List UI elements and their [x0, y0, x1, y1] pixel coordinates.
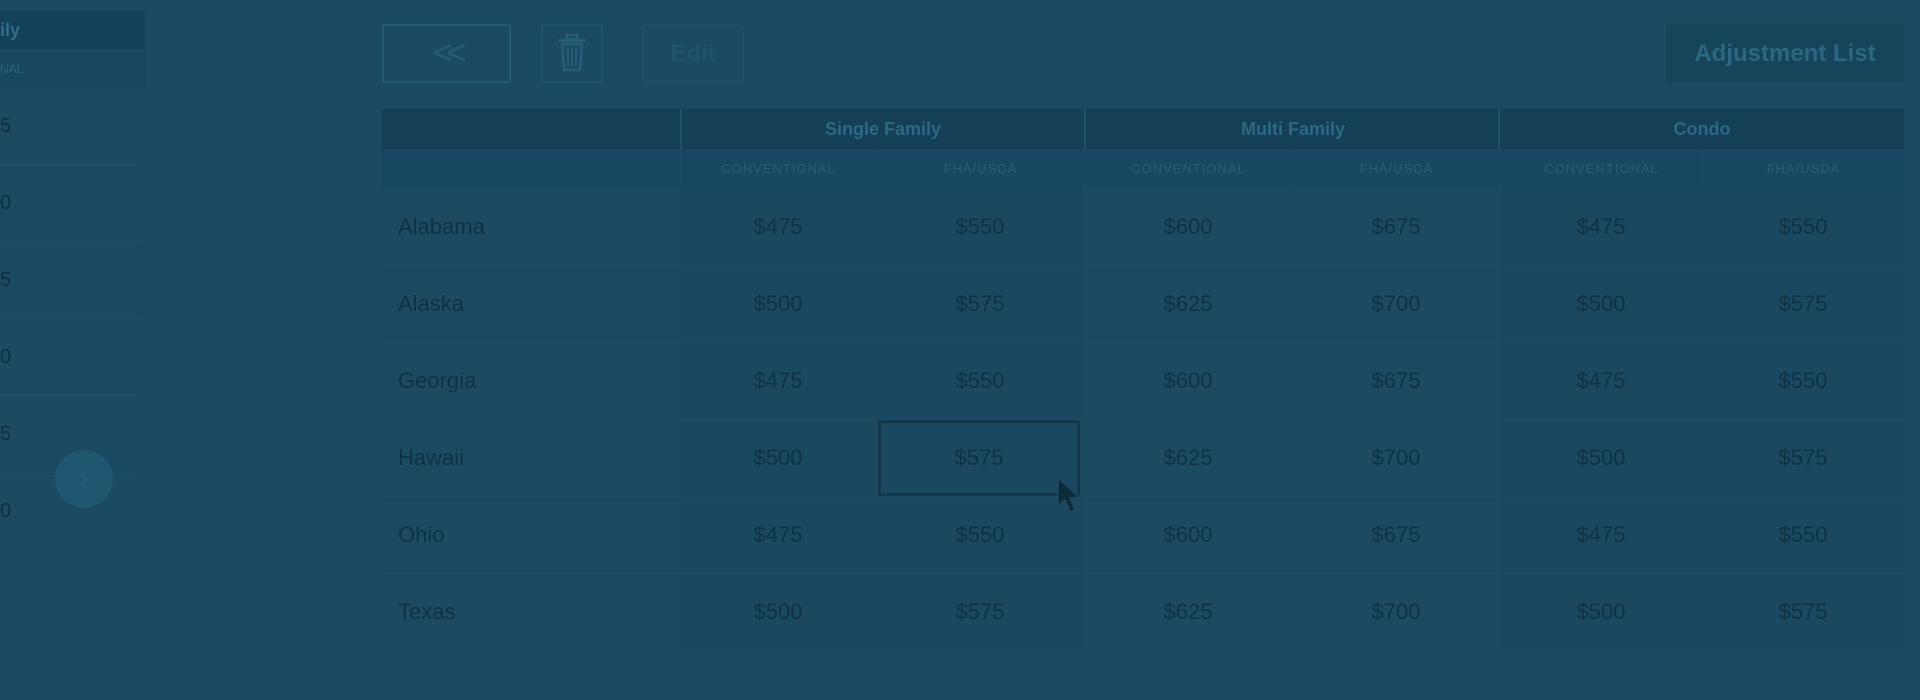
state-cell: Texas — [398, 599, 456, 624]
left-panel-row: 5 — [0, 242, 140, 319]
edit-label: Edit — [670, 40, 716, 67]
chevron-right-icon: › — [79, 463, 89, 493]
price-cell[interactable]: $600 — [1084, 497, 1292, 573]
subheader-fha-usda: FHA/USDA — [1702, 149, 1904, 189]
price-cell[interactable]: $550 — [876, 189, 1084, 265]
price-cell[interactable]: $550 — [876, 497, 1084, 573]
price-cell[interactable]: $575 — [1702, 420, 1904, 496]
table-row[interactable]: Ohio $475 $550 $600 $675 $475 $550 — [382, 497, 1904, 574]
group-multi-family: Multi Family — [1084, 109, 1500, 149]
price-cell[interactable]: $550 — [1702, 497, 1904, 573]
table-row[interactable]: Hawaii $500 $575 $625 $700 $500 $575 — [382, 420, 1904, 497]
delete-button[interactable] — [541, 24, 603, 83]
price-cell[interactable]: $550 — [1702, 189, 1904, 265]
price-cell[interactable]: $475 — [1500, 497, 1702, 573]
price-cell[interactable]: $625 — [1084, 266, 1292, 342]
group-condo: Condo — [1498, 109, 1904, 149]
price-cell[interactable]: $475 — [680, 343, 876, 419]
price-cell[interactable]: $625 — [1084, 574, 1292, 650]
table-row[interactable]: Alabama $475 $550 $600 $675 $475 $550 — [382, 189, 1904, 266]
selected-price-cell[interactable]: $575 — [878, 420, 1080, 496]
state-cell: Alaska — [398, 291, 465, 316]
price-cell[interactable]: $575 — [876, 266, 1084, 342]
adjustment-list-label: Adjustment List — [1694, 40, 1876, 67]
table-row[interactable]: Georgia $475 $550 $600 $675 $475 $550 — [382, 343, 1904, 420]
subheader-conventional: CONVENTIONAL — [1500, 149, 1702, 189]
left-panel-header: ily — [0, 11, 145, 49]
price-cell[interactable]: $550 — [1702, 343, 1904, 419]
price-cell[interactable]: $475 — [680, 189, 876, 265]
price-cell[interactable]: $500 — [1500, 574, 1702, 650]
price-cell[interactable]: $575 — [1702, 574, 1904, 650]
subheader-fha-usda: FHA/USDA — [1292, 149, 1500, 189]
price-cell[interactable]: $575 — [1702, 266, 1904, 342]
left-panel-row: 0 — [0, 165, 140, 242]
price-cell[interactable]: $600 — [1084, 189, 1292, 265]
state-cell: Alabama — [398, 214, 485, 239]
left-panel-subheader: NAL — [0, 50, 145, 88]
price-cell[interactable]: $600 — [1084, 343, 1292, 419]
state-cell: Hawaii — [398, 445, 465, 470]
edit-button[interactable]: Edit — [642, 24, 744, 83]
subheader-fha-usda: FHA/USDA — [876, 149, 1084, 189]
price-cell[interactable]: $475 — [680, 497, 876, 573]
price-cell[interactable]: $550 — [876, 343, 1084, 419]
subheader-conventional: CONVENTIONAL — [680, 149, 876, 189]
table-row[interactable]: Alaska $500 $575 $625 $700 $500 $575 — [382, 266, 1904, 343]
price-cell[interactable]: $700 — [1292, 420, 1500, 496]
price-cell[interactable]: $475 — [1500, 189, 1702, 265]
price-cell[interactable]: $500 — [680, 420, 876, 496]
next-button[interactable]: › — [55, 450, 113, 508]
price-cell[interactable]: $500 — [680, 266, 876, 342]
price-cell[interactable]: $675 — [1292, 497, 1500, 573]
left-panel: ily NAL 5 0 5 0 5 0 › — [0, 0, 146, 700]
mouse-cursor-icon — [1057, 476, 1082, 513]
price-cell[interactable]: $500 — [680, 574, 876, 650]
price-cell[interactable]: $500 — [1500, 420, 1702, 496]
price-cell[interactable]: $500 — [1500, 266, 1702, 342]
state-cell: Georgia — [398, 368, 477, 393]
table-row[interactable]: Texas $500 $575 $625 $700 $500 $575 — [382, 574, 1904, 651]
trash-icon — [559, 34, 585, 72]
back-label: << — [432, 34, 467, 72]
price-cell[interactable]: $675 — [1292, 189, 1500, 265]
price-cell[interactable]: $625 — [1084, 420, 1292, 496]
price-cell[interactable]: $700 — [1292, 574, 1500, 650]
left-panel-row: 5 — [0, 88, 140, 165]
back-button[interactable]: << — [382, 24, 511, 83]
price-cell[interactable]: $675 — [1292, 343, 1500, 419]
adjustment-list-button[interactable]: Adjustment List — [1666, 24, 1904, 83]
price-cell[interactable]: $475 — [1500, 343, 1702, 419]
group-single-family: Single Family — [680, 109, 1084, 149]
price-cell[interactable]: $575 — [876, 574, 1084, 650]
price-cell[interactable]: $700 — [1292, 266, 1500, 342]
subheader-conventional: CONVENTIONAL — [1084, 149, 1292, 189]
left-panel-row: 0 — [0, 319, 140, 396]
state-cell: Ohio — [398, 522, 445, 547]
